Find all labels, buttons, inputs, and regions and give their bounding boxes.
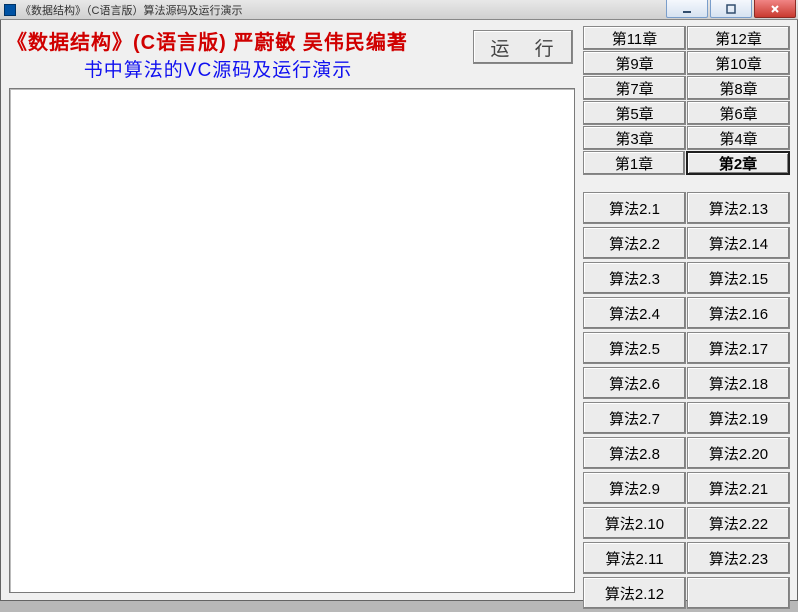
algorithm-button-empty: [687, 577, 790, 609]
minimize-icon: [681, 3, 693, 15]
algorithm-grid: 算法2.1算法2.13算法2.2算法2.14算法2.3算法2.15算法2.4算法…: [583, 192, 791, 612]
algorithm-button[interactable]: 算法2.22: [687, 507, 790, 539]
algorithm-button[interactable]: 算法2.15: [687, 262, 790, 294]
algorithm-button[interactable]: 算法2.10: [583, 507, 686, 539]
algorithm-button[interactable]: 算法2.17: [687, 332, 790, 364]
chapter-grid: 第11章第12章第9章第10章第7章第8章第5章第6章第3章第4章第1章第2章: [583, 26, 791, 176]
chapter-button[interactable]: 第8章: [687, 76, 790, 100]
chapter-button[interactable]: 第11章: [583, 26, 686, 50]
app-icon: [4, 4, 16, 16]
chapter-button[interactable]: 第4章: [687, 126, 790, 150]
chapter-button[interactable]: 第3章: [583, 126, 686, 150]
chapter-button[interactable]: 第9章: [583, 51, 686, 75]
algorithm-button[interactable]: 算法2.1: [583, 192, 686, 224]
algorithm-button[interactable]: 算法2.8: [583, 437, 686, 469]
maximize-button[interactable]: [710, 0, 752, 18]
client-area: 《数据结构》(C语言版) 严蔚敏 吴伟民编著 书中算法的VC源码及运行演示 运 …: [0, 20, 798, 601]
algorithm-button[interactable]: 算法2.5: [583, 332, 686, 364]
algorithm-button[interactable]: 算法2.23: [687, 542, 790, 574]
chapter-button[interactable]: 第1章: [583, 151, 685, 175]
run-button[interactable]: 运 行: [473, 30, 573, 64]
algorithm-button[interactable]: 算法2.12: [583, 577, 686, 609]
chapter-button[interactable]: 第2章: [686, 151, 790, 175]
algorithm-button[interactable]: 算法2.9: [583, 472, 686, 504]
algorithm-button[interactable]: 算法2.16: [687, 297, 790, 329]
maximize-icon: [725, 3, 737, 15]
chapter-button[interactable]: 第7章: [583, 76, 686, 100]
titlebar: 《数据结构》（C语言版）算法源码及运行演示: [0, 0, 798, 20]
algorithm-button[interactable]: 算法2.19: [687, 402, 790, 434]
algorithm-button[interactable]: 算法2.20: [687, 437, 790, 469]
algorithm-button[interactable]: 算法2.14: [687, 227, 790, 259]
window-caption-buttons: [664, 0, 796, 18]
algorithm-button[interactable]: 算法2.6: [583, 367, 686, 399]
algorithm-button[interactable]: 算法2.2: [583, 227, 686, 259]
title-line-1: 《数据结构》(C语言版) 严蔚敏 吴伟民编著: [7, 26, 469, 55]
chapter-button[interactable]: 第6章: [687, 101, 790, 125]
window-title: 《数据结构》（C语言版）算法源码及运行演示: [20, 2, 242, 18]
algorithm-button[interactable]: 算法2.21: [687, 472, 790, 504]
header-text: 《数据结构》(C语言版) 严蔚敏 吴伟民编著 书中算法的VC源码及运行演示: [7, 24, 469, 82]
output-memo[interactable]: [9, 88, 575, 593]
algorithm-button[interactable]: 算法2.18: [687, 367, 790, 399]
title-line-2: 书中算法的VC源码及运行演示: [7, 55, 469, 82]
algorithm-button[interactable]: 算法2.4: [583, 297, 686, 329]
right-column: 第11章第12章第9章第10章第7章第8章第5章第6章第3章第4章第1章第2章 …: [583, 26, 791, 612]
minimize-button[interactable]: [666, 0, 708, 18]
chapter-button[interactable]: 第10章: [687, 51, 790, 75]
chapter-button[interactable]: 第12章: [687, 26, 790, 50]
algorithm-button[interactable]: 算法2.13: [687, 192, 790, 224]
close-icon: [769, 3, 781, 15]
algorithm-button[interactable]: 算法2.11: [583, 542, 686, 574]
algorithm-button[interactable]: 算法2.3: [583, 262, 686, 294]
algorithm-button[interactable]: 算法2.7: [583, 402, 686, 434]
chapter-button[interactable]: 第5章: [583, 101, 686, 125]
close-button[interactable]: [754, 0, 796, 18]
